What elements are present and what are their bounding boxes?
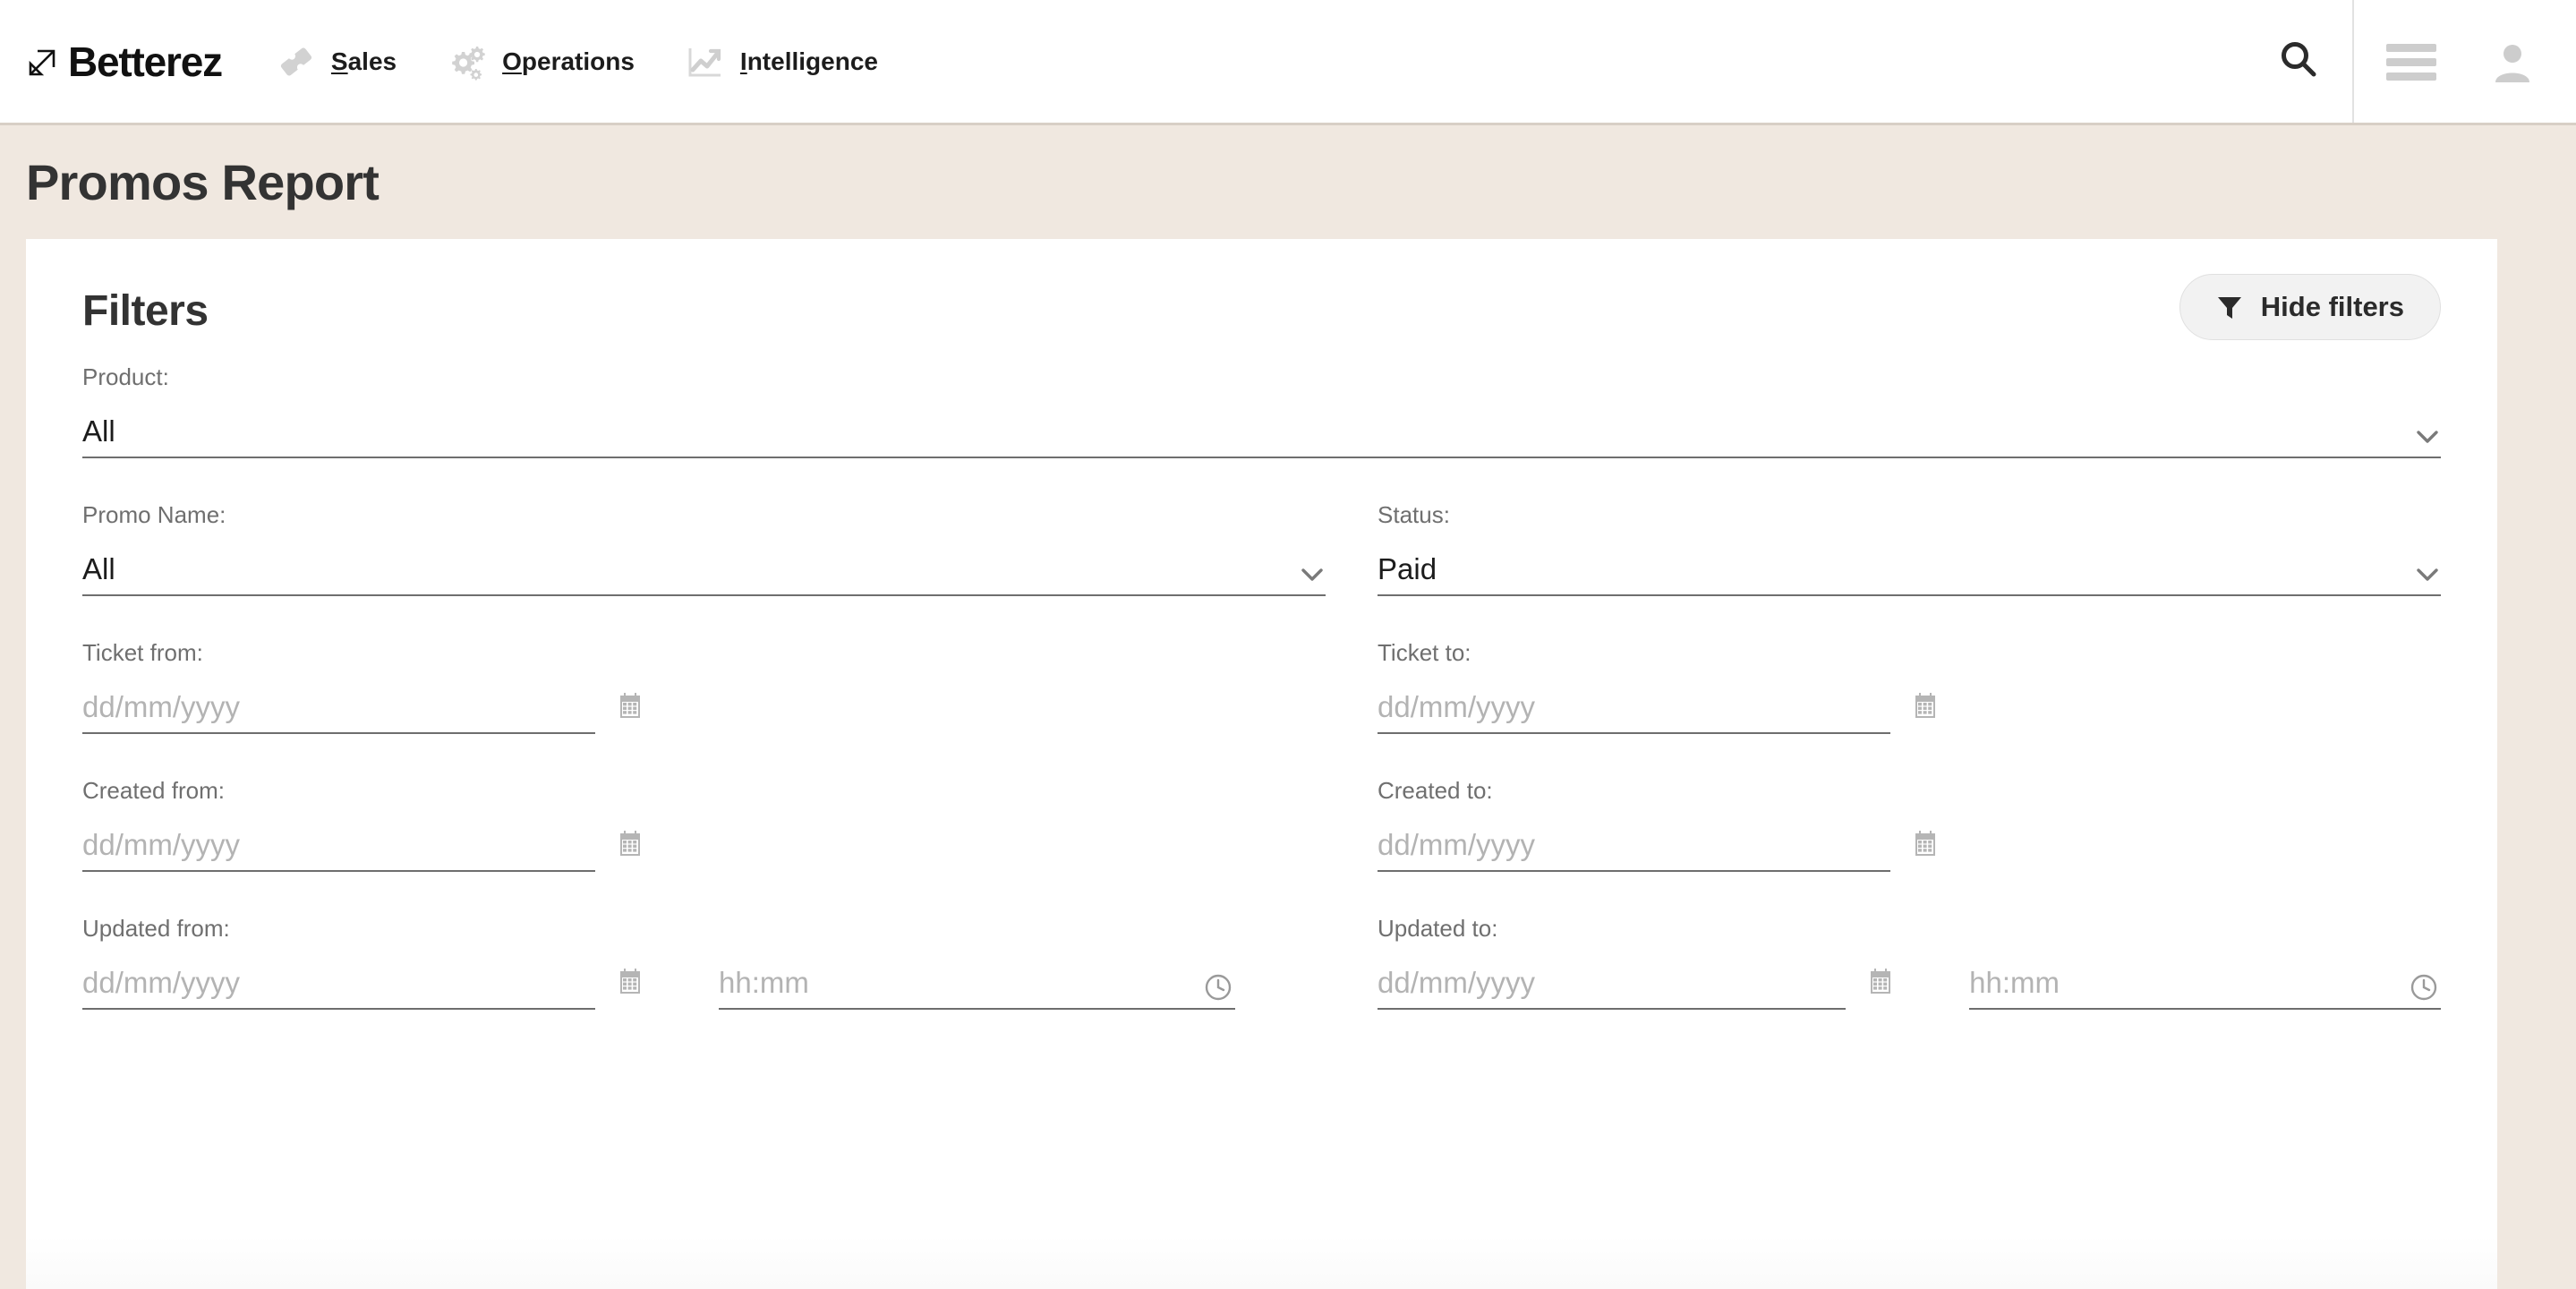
topbar-right-actions [2245, 0, 2576, 123]
filter-ticket-from: Ticket from: dd/mm/yyyy [82, 641, 1326, 734]
clock-icon[interactable] [1203, 972, 1233, 1003]
created-to-input[interactable]: dd/mm/yyyy [1378, 818, 1890, 872]
arrow-up-right-icon [23, 42, 63, 81]
filter-row-promo-status: Promo Name: All Status: Paid [82, 503, 2441, 596]
status-label: Status: [1378, 501, 1450, 528]
created-to-date-wrap: dd/mm/yyyy [1378, 818, 1890, 872]
nav-item-intelligence[interactable]: Intelligence [685, 0, 878, 123]
filter-row-created-dates: Created from: dd/mm/yyyy Created to: dd/… [82, 779, 2441, 872]
nav-rest-sales: ales [347, 47, 397, 75]
hide-filters-button[interactable]: Hide filters [2179, 274, 2441, 340]
nav-accesskey-operations: O [502, 47, 522, 75]
primary-nav: Sales Operations Intelligence [276, 0, 928, 123]
clock-icon[interactable] [2409, 972, 2439, 1003]
created-from-date-wrap: dd/mm/yyyy [82, 818, 595, 872]
ticket-from-date-wrap: dd/mm/yyyy [82, 680, 595, 734]
filter-status: Status: Paid [1378, 503, 2441, 596]
filter-updated-to: Updated to: dd/mm/yyyy hh:mm [1378, 917, 2441, 1010]
updated-to-date-placeholder: dd/mm/yyyy [1378, 966, 1536, 999]
page-title-band: Promos Report [0, 125, 2576, 239]
brand-logo[interactable]: Betterez [23, 0, 223, 123]
filters-header: Filters Hide filters [82, 239, 2441, 340]
ticket-to-date-wrap: dd/mm/yyyy [1378, 680, 1890, 734]
ticket-to-label: Ticket to: [1378, 639, 1471, 666]
calendar-icon[interactable] [615, 691, 645, 721]
chevron-down-icon [2416, 430, 2439, 444]
search-icon [2277, 38, 2320, 85]
card-bottom-fade [26, 1235, 2497, 1289]
promo-name-value: All [82, 552, 115, 585]
hamburger-menu-icon[interactable] [2386, 43, 2436, 81]
calendar-icon[interactable] [1910, 829, 1941, 859]
filters-heading: Filters [82, 286, 209, 335]
updated-from-time-input[interactable]: hh:mm [719, 956, 1235, 1010]
line-chart-icon [685, 41, 726, 82]
promo-name-label: Promo Name: [82, 501, 226, 528]
updated-from-date-placeholder: dd/mm/yyyy [82, 966, 241, 999]
user-avatar-icon[interactable] [2490, 39, 2535, 84]
created-from-placeholder: dd/mm/yyyy [82, 828, 241, 861]
filter-created-to: Created to: dd/mm/yyyy [1378, 779, 2441, 872]
created-from-label: Created from: [82, 777, 225, 804]
filter-ticket-to: Ticket to: dd/mm/yyyy [1378, 641, 2441, 734]
calendar-icon[interactable] [615, 967, 645, 997]
nav-rest-intelligence: ntelligence [746, 47, 878, 75]
updated-from-date-input[interactable]: dd/mm/yyyy [82, 956, 595, 1010]
status-select[interactable]: Paid [1378, 542, 2441, 596]
product-label: Product: [82, 363, 169, 390]
updated-from-time-placeholder: hh:mm [719, 966, 809, 999]
nav-label-intelligence: Intelligence [740, 47, 878, 76]
nav-label-sales: Sales [331, 47, 397, 76]
ticket-to-input[interactable]: dd/mm/yyyy [1378, 680, 1890, 734]
nav-item-operations[interactable]: Operations [447, 0, 635, 123]
calendar-icon[interactable] [615, 829, 645, 859]
ticket-from-input[interactable]: dd/mm/yyyy [82, 680, 595, 734]
calendar-icon[interactable] [1865, 967, 1896, 997]
calendar-icon[interactable] [1910, 691, 1941, 721]
nav-accesskey-intelligence: I [739, 47, 747, 75]
updated-to-time-wrap: hh:mm [1969, 956, 2441, 1010]
updated-from-time-wrap: hh:mm [719, 956, 1235, 1010]
updated-to-time-input[interactable]: hh:mm [1969, 956, 2441, 1010]
created-to-label: Created to: [1378, 777, 1493, 804]
top-navigation-bar: Betterez Sales Operations Intelligence [0, 0, 2576, 125]
funnel-icon [2216, 294, 2243, 320]
updated-from-label: Updated from: [82, 915, 230, 942]
ticket-from-placeholder: dd/mm/yyyy [82, 690, 241, 723]
filter-promo-name: Promo Name: All [82, 503, 1326, 596]
filter-row-ticket-dates: Ticket from: dd/mm/yyyy Ticket to: dd/mm… [82, 641, 2441, 734]
chevron-down-icon [2416, 568, 2439, 582]
filter-created-from: Created from: dd/mm/yyyy [82, 779, 1326, 872]
nav-rest-operations: perations [521, 47, 635, 75]
hide-filters-label: Hide filters [2260, 291, 2404, 322]
updated-to-label: Updated to: [1378, 915, 1498, 942]
promo-name-select[interactable]: All [82, 542, 1326, 596]
nav-accesskey-sales: S [330, 47, 348, 75]
page-title: Promos Report [26, 154, 380, 210]
filter-row-updated-datetime: Updated from: dd/mm/yyyy hh:mm Updated t… [82, 917, 2441, 1010]
nav-label-operations: Operations [502, 47, 635, 76]
updated-to-date-input[interactable]: dd/mm/yyyy [1378, 956, 1847, 1010]
nav-item-sales[interactable]: Sales [276, 0, 397, 123]
created-to-placeholder: dd/mm/yyyy [1378, 828, 1536, 861]
ticket-icon [276, 41, 317, 82]
search-button[interactable] [2245, 0, 2352, 123]
product-value: All [82, 414, 115, 448]
filters-card: Filters Hide filters Product: All Promo … [26, 239, 2497, 1289]
gears-icon [447, 41, 488, 82]
ticket-from-label: Ticket from: [82, 639, 203, 666]
filter-updated-from: Updated from: dd/mm/yyyy hh:mm [82, 917, 1326, 1010]
filter-product: Product: All [82, 365, 2441, 458]
brand-name: Betterez [68, 38, 223, 85]
ticket-to-placeholder: dd/mm/yyyy [1378, 690, 1536, 723]
created-from-input[interactable]: dd/mm/yyyy [82, 818, 595, 872]
product-select[interactable]: All [82, 405, 2441, 458]
updated-to-time-placeholder: hh:mm [1969, 966, 2060, 999]
chevron-down-icon [1301, 568, 1324, 582]
updated-to-date-wrap: dd/mm/yyyy [1378, 956, 1847, 1010]
status-value: Paid [1378, 552, 1437, 585]
updated-from-date-wrap: dd/mm/yyyy [82, 956, 595, 1010]
